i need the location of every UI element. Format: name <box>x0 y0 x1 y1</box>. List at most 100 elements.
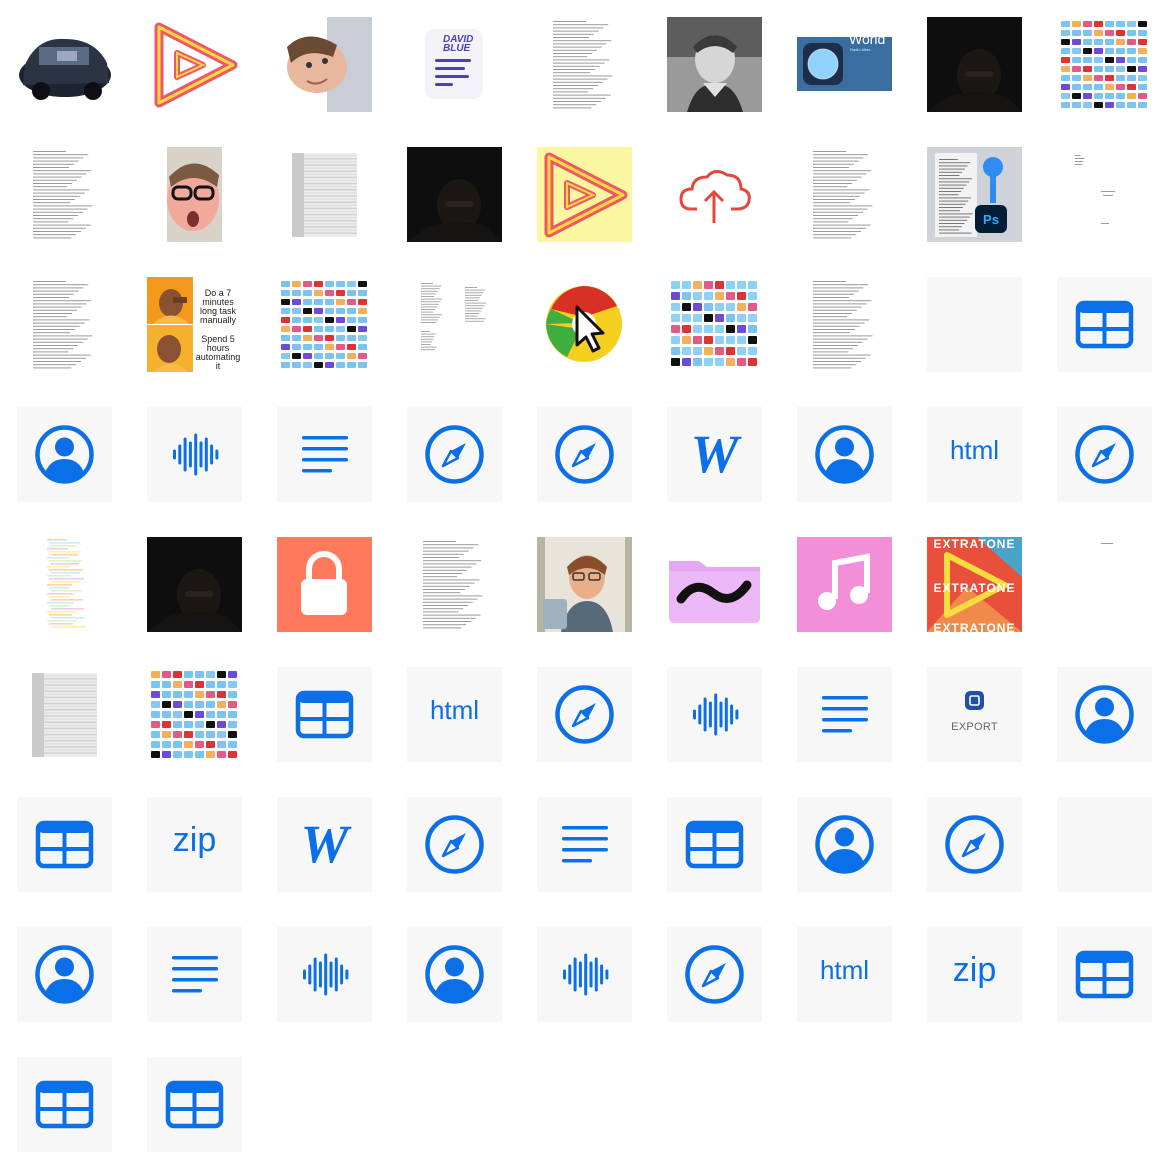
table-icon <box>295 690 354 739</box>
text-doc-colored-tile[interactable] <box>17 537 112 632</box>
david-blue-doc-tile[interactable]: DAVID BLUE <box>407 17 502 112</box>
blank-icon-tile[interactable] <box>1057 797 1152 892</box>
table-icon-tile[interactable] <box>17 797 112 892</box>
safari-icon-tile[interactable] <box>407 797 502 892</box>
html-icon-tile[interactable]: html <box>797 927 892 1022</box>
sparse-doc-tile[interactable] <box>1057 147 1152 242</box>
audio-icon-tile[interactable] <box>277 927 372 1022</box>
export-label: EXPORT <box>951 721 998 733</box>
text-doc-tile[interactable] <box>17 147 112 242</box>
text-icon-tile[interactable] <box>147 927 242 1022</box>
table-icon-tile[interactable] <box>1057 927 1152 1022</box>
text-doc-tile[interactable] <box>797 147 892 242</box>
extratone-text: EXTRATONE <box>933 581 1016 595</box>
text-doc-tile[interactable] <box>797 277 892 372</box>
audio-icon-tile[interactable] <box>147 407 242 502</box>
text-doc-thumbnail <box>811 149 878 240</box>
safari-icon-tile[interactable] <box>667 927 762 1022</box>
text-icon-tile[interactable] <box>797 667 892 762</box>
safari-icon <box>555 425 614 484</box>
photo-face-tilt-tile[interactable] <box>277 17 372 112</box>
photo-car-tile[interactable] <box>17 17 112 112</box>
contact-icon-tile[interactable] <box>797 797 892 892</box>
word-icon-tile[interactable]: W <box>667 407 762 502</box>
table-icon-tile[interactable] <box>1057 277 1152 372</box>
contact-icon <box>35 425 94 484</box>
safari-icon-tile[interactable] <box>927 797 1022 892</box>
table-icon-tile[interactable] <box>17 1057 112 1152</box>
export-icon-tile[interactable]: EXPORT <box>927 667 1022 762</box>
play-logo-yellow-tile[interactable] <box>537 147 632 242</box>
icon-grid-small-tile[interactable] <box>147 667 242 762</box>
html-icon-tile[interactable]: html <box>407 667 502 762</box>
table-icon-tile[interactable] <box>277 667 372 762</box>
audio-icon-tile[interactable] <box>667 667 762 762</box>
photo-glasses-face-thumbnail <box>167 147 222 242</box>
tilde-folder-tile[interactable] <box>667 537 762 632</box>
zip-label: zip <box>952 951 997 989</box>
audio-icon-tile[interactable] <box>537 927 632 1022</box>
contact-icon-tile[interactable] <box>797 407 892 502</box>
folder-grid-tile[interactable] <box>667 277 762 372</box>
photo-bw-man-tile[interactable] <box>667 17 762 112</box>
safari-icon-tile[interactable] <box>537 667 632 762</box>
dark-photo-thumbnail <box>407 147 502 242</box>
dark-photo-tile[interactable] <box>407 147 502 242</box>
contact-icon-tile[interactable] <box>1057 667 1152 762</box>
word-icon-tile[interactable]: W <box>277 797 372 892</box>
audio-icon <box>693 693 739 736</box>
tiny-text-tile[interactable] <box>1057 537 1152 632</box>
cloud-upload-tile[interactable] <box>667 147 762 242</box>
safari-icon-tile[interactable] <box>407 407 502 502</box>
table-icon-tile[interactable] <box>667 797 762 892</box>
contact-icon-tile[interactable] <box>17 927 112 1022</box>
icon-grid-colorful-tile[interactable] <box>1057 17 1152 112</box>
text-icon-tile[interactable] <box>277 407 372 502</box>
spreadsheet-thumbnail <box>292 153 357 237</box>
safari-icon-tile[interactable] <box>1057 407 1152 502</box>
chrome-cursor-tile[interactable] <box>537 277 632 372</box>
text-doc-tile[interactable] <box>537 17 632 112</box>
text-icon <box>172 956 218 993</box>
dark-photo-tile[interactable] <box>927 17 1022 112</box>
contact-icon <box>815 425 874 484</box>
text-icon <box>302 436 348 473</box>
icon-grid-colorful-thumbnail <box>281 281 367 368</box>
music-app-tile[interactable] <box>797 537 892 632</box>
photo-man-mug-tile[interactable] <box>537 537 632 632</box>
photoshop-key-tile[interactable]: Ps <box>927 147 1022 242</box>
lock-app-thumbnail <box>277 537 372 632</box>
text-doc-tile[interactable] <box>17 277 112 372</box>
extratone-text: EXTRATONE <box>933 621 1016 632</box>
table-icon-tile[interactable] <box>147 1057 242 1152</box>
zip-icon-tile[interactable]: zip <box>147 797 242 892</box>
zip-icon-tile[interactable]: zip <box>927 927 1022 1022</box>
contact-icon-tile[interactable] <box>407 927 502 1022</box>
text-doc-two-col-tile[interactable] <box>407 277 502 372</box>
icon-grid-colorful-tile[interactable] <box>277 277 372 372</box>
dark-photo-tile[interactable] <box>147 537 242 632</box>
extratone-art-tile[interactable]: EXTRATONE EXTRATONE EXTRATONE <box>927 537 1022 632</box>
play-logo-tile[interactable] <box>147 17 242 112</box>
text-doc-thumbnail <box>31 279 98 370</box>
html-icon-tile[interactable]: html <box>927 407 1022 502</box>
table-icon <box>165 1080 224 1129</box>
tiny-text-thumbnail <box>1101 543 1113 544</box>
photo-face-tilt-thumbnail <box>287 17 372 112</box>
contact-icon <box>425 945 484 1004</box>
spreadsheet-tile[interactable] <box>17 667 112 762</box>
lock-app-tile[interactable] <box>277 537 372 632</box>
blank-tile[interactable] <box>927 277 1022 372</box>
text-icon-tile[interactable] <box>537 797 632 892</box>
drake-meme-tile[interactable]: Do a 7 minutes long task manually Spend 5… <box>147 277 242 372</box>
david-blue-doc-thumbnail <box>425 29 483 99</box>
contact-icon-tile[interactable] <box>17 407 112 502</box>
music-app-thumbnail <box>797 537 892 632</box>
photo-glasses-face-tile[interactable] <box>147 147 242 242</box>
world-app-tile[interactable]: World Radio Atlas <box>797 17 892 112</box>
spreadsheet-tile[interactable] <box>277 147 372 242</box>
text-doc-tile[interactable] <box>407 537 502 632</box>
safari-icon-tile[interactable] <box>537 407 632 502</box>
text-icon <box>822 696 868 733</box>
icon-grid-small-thumbnail <box>151 671 237 758</box>
